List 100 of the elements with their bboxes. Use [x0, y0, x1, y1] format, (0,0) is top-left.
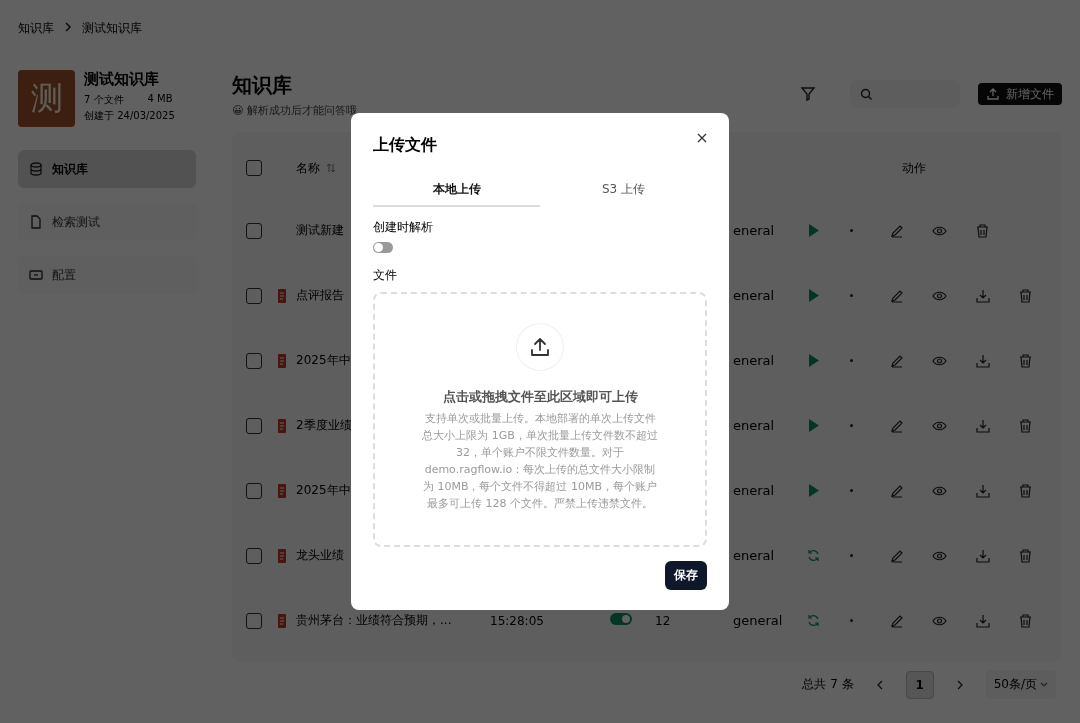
parse-method: eneral — [733, 548, 776, 563]
dot-icon — [850, 359, 853, 362]
file-count: 7 个文件 — [84, 93, 124, 107]
row-checkbox[interactable] — [246, 352, 262, 369]
parse-method: eneral — [733, 223, 776, 238]
breadcrumb-link[interactable]: 测试知识库 — [82, 19, 142, 37]
upload-time: 15:28:05 — [490, 613, 544, 628]
play-icon[interactable] — [808, 224, 819, 237]
dot-icon — [850, 294, 853, 297]
trash-icon[interactable] — [1019, 613, 1032, 628]
pdf-file-icon — [278, 353, 286, 368]
play-icon[interactable] — [808, 484, 819, 497]
file-name[interactable]: 贵州茅台：业绩符合预期，... — [296, 612, 490, 629]
chevron-down-icon — [1040, 681, 1048, 688]
file-drop-zone[interactable]: 点击或拖拽文件至此区域即可上传 支持单次或批量上传。本地部署的单次上传文件总大小上限为 1GB，单次批量上传文件数不超过 32，单个账户不限文件数量。对于 demo.ragflow.io：每次上传的总文件大小限制为 10MB，每个文件不得超过 10MB，每个账户最多可上传 128 个文件。严禁上传违禁文件。 — [373, 292, 707, 547]
hint-text: 解析成功后才能问答哦 — [247, 103, 358, 118]
pdf-file-icon — [278, 418, 286, 433]
save-button[interactable]: 保存 — [665, 561, 707, 590]
pdf-file-icon — [278, 288, 286, 303]
download-icon[interactable] — [975, 548, 990, 563]
chevron-left-icon[interactable] — [875, 679, 884, 690]
pdf-file-icon — [278, 483, 286, 498]
row-checkbox[interactable] — [246, 547, 262, 564]
eye-icon[interactable] — [932, 420, 947, 431]
dot-icon — [850, 229, 853, 232]
download-icon[interactable] — [975, 353, 990, 368]
play-icon[interactable] — [808, 354, 819, 367]
dot-icon — [850, 619, 853, 622]
tab[interactable]: 本地上传 — [373, 176, 540, 207]
dot-icon — [850, 554, 853, 557]
page-button[interactable]: 1 — [905, 670, 934, 699]
select-all-checkbox[interactable] — [246, 160, 262, 176]
pencil-icon[interactable] — [889, 548, 904, 563]
eye-icon[interactable] — [932, 225, 947, 236]
chevron-right-icon[interactable] — [955, 679, 964, 690]
field-label: 文件 — [373, 267, 398, 284]
refresh-icon[interactable] — [807, 549, 820, 562]
parse-method: eneral — [733, 353, 776, 368]
refresh-icon[interactable] — [807, 614, 820, 627]
pdf-file-icon — [278, 548, 286, 563]
pencil-icon[interactable] — [889, 483, 904, 498]
filter-icon[interactable] — [800, 86, 816, 102]
knowledge-base-name: 测试知识库 — [84, 70, 160, 89]
created-date: 创建于 24/03/2025 — [84, 109, 175, 123]
sidebar-item[interactable]: 知识库 — [18, 150, 196, 188]
trash-icon[interactable] — [1019, 353, 1032, 368]
page-size-select[interactable]: 50条/页 — [985, 670, 1056, 699]
search-icon — [860, 87, 873, 101]
row-checkbox[interactable] — [246, 612, 262, 629]
trash-icon[interactable] — [1019, 483, 1032, 498]
parse-method: eneral — [733, 418, 776, 433]
trash-icon[interactable] — [1019, 548, 1032, 563]
total-size: 4 MB — [147, 93, 173, 106]
eye-icon[interactable] — [932, 615, 947, 626]
download-icon[interactable] — [975, 613, 990, 628]
eye-icon[interactable] — [932, 290, 947, 301]
database-icon — [29, 162, 43, 176]
field-label: 创建时解析 — [373, 219, 434, 236]
play-icon[interactable] — [808, 419, 819, 432]
dot-icon — [850, 489, 853, 492]
row-checkbox[interactable] — [246, 417, 262, 434]
pencil-icon[interactable] — [889, 418, 904, 433]
pencil-icon[interactable] — [889, 223, 904, 238]
pencil-icon[interactable] — [889, 613, 904, 628]
total-count: 总共 7 条 — [802, 676, 854, 693]
tab[interactable]: S3 上传 — [540, 176, 707, 207]
enable-toggle[interactable] — [610, 613, 632, 625]
parse-toggle[interactable] — [373, 242, 393, 253]
trash-icon[interactable] — [1019, 418, 1032, 433]
trash-icon[interactable] — [976, 223, 989, 238]
eye-icon[interactable] — [932, 550, 947, 561]
download-icon[interactable] — [975, 418, 990, 433]
download-icon[interactable] — [975, 288, 990, 303]
parse-method: general — [733, 613, 784, 628]
parse-method: eneral — [733, 288, 776, 303]
column-header[interactable]: 名称 — [296, 159, 320, 177]
knowledge-base-avatar: 测 — [18, 70, 75, 127]
monitor-icon — [29, 268, 43, 282]
row-checkbox[interactable] — [246, 482, 262, 499]
search-field[interactable] — [850, 80, 960, 108]
breadcrumb-link[interactable]: 知识库 — [18, 19, 54, 37]
pencil-icon[interactable] — [889, 353, 904, 368]
file-icon — [29, 215, 43, 229]
play-icon[interactable] — [808, 289, 819, 302]
smile-emoji-icon: 😀 — [232, 104, 244, 117]
column-header: 动作 — [902, 159, 926, 177]
row-checkbox[interactable] — [246, 222, 262, 239]
eye-icon[interactable] — [932, 355, 947, 366]
eye-icon[interactable] — [932, 485, 947, 496]
dialog-title: 上传文件 — [373, 135, 437, 156]
upload-icon — [986, 87, 1000, 101]
trash-icon[interactable] — [1019, 288, 1032, 303]
close-icon[interactable] — [697, 133, 707, 143]
drop-zone-title: 点击或拖拽文件至此区域即可上传 — [442, 388, 638, 406]
add-file-button[interactable]: 新增文件 — [978, 83, 1062, 105]
pencil-icon[interactable] — [889, 288, 904, 303]
download-icon[interactable] — [975, 483, 990, 498]
sort-icon[interactable] — [326, 163, 336, 173]
row-checkbox[interactable] — [246, 287, 262, 304]
drop-zone-description: 支持单次或批量上传。本地部署的单次上传文件总大小上限为 1GB，单次批量上传文件数不超过 32，单个账户不限文件数量。对于 demo.ragflow.io：每次上传的总文件大小限制为 10MB，每个文件不得超过 10MB，每个账户最多可上传 128 个文件。严禁上传违禁文件。 — [422, 411, 658, 512]
